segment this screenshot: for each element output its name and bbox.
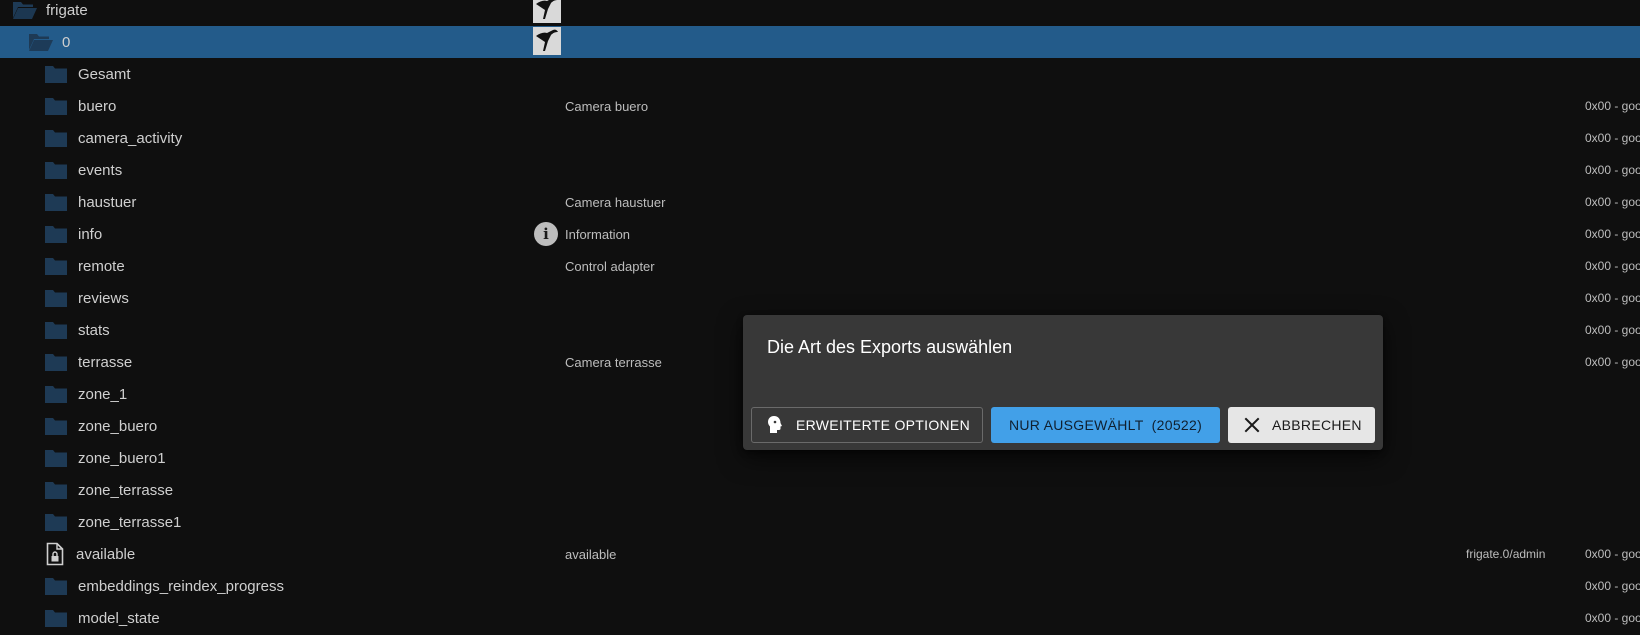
tree-row-name: haustuer [78,194,137,211]
tree-row[interactable]: embeddings_reindex_progress 0x00 - good [0,570,1640,602]
folder-icon[interactable] [44,416,68,436]
tree-row-role: frigate.0/admin [1466,547,1546,561]
folder-icon[interactable] [44,576,68,596]
folder-icon[interactable] [44,384,68,404]
tree-row[interactable]: camera_activity 0x00 - good [0,122,1640,154]
tree-row[interactable]: reviews 0x00 - good [0,282,1640,314]
tree-row-value: 0x00 - good [1585,163,1640,177]
tree-row[interactable]: haustuer Camera haustuer 0x00 - good [0,186,1640,218]
tree-row-description: Camera haustuer [565,195,666,210]
tree-row[interactable]: available available frigate.0/admin 0x00 - … [0,538,1640,570]
tree-row[interactable]: events 0x00 - good [0,154,1640,186]
info-icon: i [534,222,558,246]
tree-row-name: model_state [78,610,160,627]
tree-row[interactable]: frigate [0,0,1640,26]
tree-row-name: zone_terrasse [78,482,174,499]
folder-icon[interactable] [44,192,68,212]
cancel-label: ABBRECHEN [1272,417,1362,433]
tree-row-value: 0x00 - good [1585,547,1640,561]
folder-icon[interactable] [44,256,68,276]
folder-icon[interactable] [44,64,68,84]
tree-row-name: info [78,226,103,243]
tree-row-name: reviews [78,290,129,307]
folder-icon[interactable] [44,448,68,468]
tree-row-description: Camera terrasse [565,355,662,370]
tree-row-name: 0 [62,34,71,51]
tree-row-name: frigate [46,2,88,19]
tree-row-value: 0x00 - good [1585,355,1640,369]
tree-row[interactable]: zone_terrasse [0,474,1640,506]
tree-row-name: available [76,546,136,563]
tree-row-name: zone_1 [78,386,128,403]
folder-icon[interactable] [44,480,68,500]
cancel-button[interactable]: ABBRECHEN [1228,407,1375,443]
folder-icon[interactable] [44,608,68,628]
folder-icon[interactable] [44,288,68,308]
tree-row-name: zone_terrasse1 [78,514,182,531]
close-icon [1242,415,1262,435]
folder-icon[interactable] [44,128,68,148]
tree-row-description: Camera buero [565,99,649,114]
tree-row-value: 0x00 - good [1585,323,1640,337]
tree-row[interactable]: model_state 0x00 - good [0,602,1640,634]
face-profile-icon [766,415,786,435]
only-selected-button[interactable]: NUR AUSGEWÄHLT (20522) [991,407,1220,443]
advanced-options-label: ERWEITERTE OPTIONEN [796,417,970,433]
tree-row-name: terrasse [78,354,133,371]
tree-row-name: Gesamt [78,66,131,83]
tree-row-name: remote [78,258,125,275]
tree-row-description: available [565,547,617,562]
tree-row-name: events [78,162,123,179]
tree-row-value: 0x00 - good [1585,99,1640,113]
dialog-title: Die Art des Exports auswählen [767,337,1013,357]
file-lock-icon [46,542,64,566]
folder-icon[interactable] [44,320,68,340]
tree-row-value: 0x00 - good [1585,259,1640,273]
export-type-dialog: Die Art des Exports auswählen ERWEITERTE… [743,315,1383,450]
folder-icon[interactable] [44,96,68,116]
tree-row[interactable]: Gesamt [0,58,1640,90]
frigate-adapter-icon [533,27,561,55]
tree-row[interactable]: remote Control adapter 0x00 - good [0,250,1640,282]
tree-row[interactable]: 0 [0,26,1640,58]
tree-row-value: 0x00 - good [1585,195,1640,209]
tree-row-value: 0x00 - good [1585,227,1640,241]
folder-open-icon[interactable] [12,0,37,20]
tree-row[interactable]: zone_terrasse1 [0,506,1640,538]
tree-row[interactable]: buero Camera buero 0x00 - good [0,90,1640,122]
frigate-adapter-icon [533,0,561,23]
folder-icon[interactable] [44,224,68,244]
tree-row-name: camera_activity [78,130,183,147]
tree-row-value: 0x00 - good [1585,131,1640,145]
tree-row-description: Information [565,227,631,242]
tree-row-name: embeddings_reindex_progress [78,578,284,595]
tree-row-name: zone_buero1 [78,450,166,467]
tree-row-value: 0x00 - good [1585,611,1640,625]
tree-row-name: buero [78,98,117,115]
tree-row-value: 0x00 - good [1585,579,1640,593]
tree-row-name: stats [78,322,110,339]
tree-row-value: 0x00 - good [1585,291,1640,305]
folder-icon[interactable] [44,352,68,372]
tree-row-description: Control adapter [565,259,655,274]
folder-icon[interactable] [44,512,68,532]
tree-row[interactable]: info i Information 0x00 - good [0,218,1640,250]
only-selected-label: NUR AUSGEWÄHLT (20522) [1008,417,1203,433]
folder-open-icon[interactable] [28,32,53,52]
folder-icon[interactable] [44,160,68,180]
advanced-options-button[interactable]: ERWEITERTE OPTIONEN [751,407,983,443]
tree-row-name: zone_buero [78,418,158,435]
